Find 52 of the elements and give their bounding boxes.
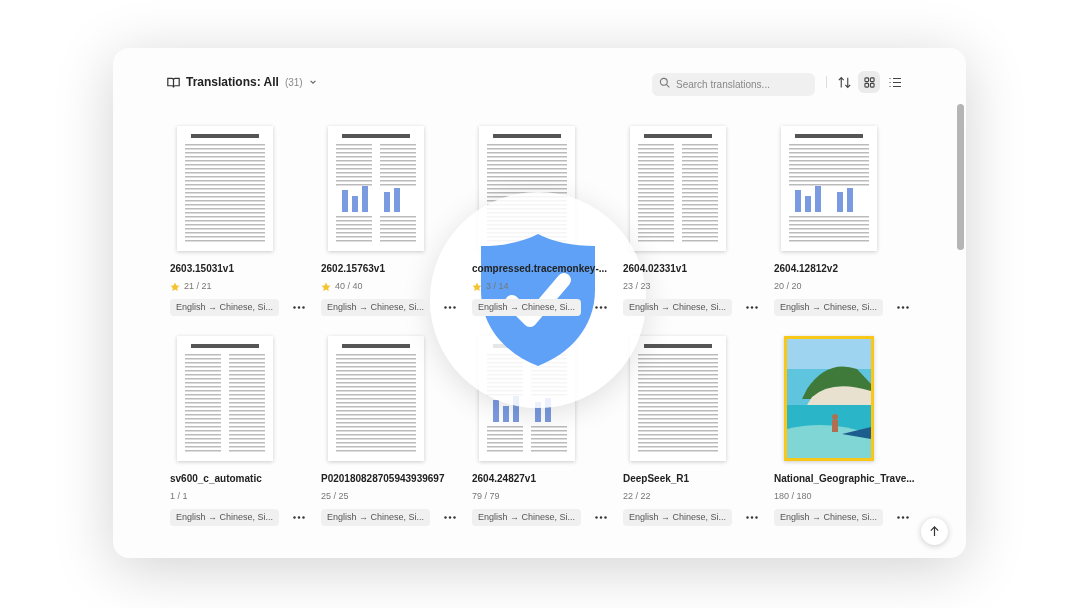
language-tag[interactable]: English → Chinese, Si... [170,509,280,526]
page-count: 1 / 1 [170,490,188,504]
more-icon [897,306,910,309]
more-icon [444,306,457,309]
page-count: 3 / 14 [486,280,509,294]
page-count: 23 / 23 [623,280,651,294]
book-icon [167,75,180,89]
arrow-up-icon [929,526,940,537]
language-tag[interactable]: English → Chinese, Si... [321,299,431,316]
document-title: 2604.12812v2 [774,262,838,276]
list-icon [889,76,901,88]
language-tag[interactable]: English → Chinese, Si... [472,509,582,526]
more-icon [746,306,759,309]
document-title: sv600_c_automatic [170,472,262,486]
search-icon [659,76,670,88]
more-icon [293,306,306,309]
language-tag[interactable]: English → Chinese, Si... [623,299,733,316]
language-tag[interactable]: English → Chinese, Si... [774,299,884,316]
language-tag[interactable]: English → Chinese, Si... [623,509,733,526]
scroll-to-top-button[interactable] [921,518,948,545]
item-count: (31) [284,75,303,90]
language-tag[interactable]: English → Chinese, Si... [170,299,280,316]
language-tag[interactable]: English → Chinese, Si... [774,509,884,526]
more-icon [595,306,608,309]
page-count: 25 / 25 [321,490,349,504]
page-count: 21 / 21 [184,280,212,294]
grid-view-button[interactable] [858,71,880,93]
document-title: National_Geographic_Trave... [774,472,915,486]
more-icon [293,516,306,519]
grid-icon [863,76,875,88]
language-tag[interactable]: English → Chinese, Si... [472,299,582,316]
search-field[interactable]: Search translations... [652,72,815,96]
page-count: 79 / 79 [472,490,500,504]
page-count: 22 / 22 [623,490,651,504]
more-icon [444,516,457,519]
document-title: 2604.24827v1 [472,472,536,486]
language-tag[interactable]: English → Chinese, Si... [321,509,431,526]
page-count: 180 / 180 [774,490,812,504]
sort-icon [837,75,851,89]
page-count: 20 / 20 [774,280,802,294]
more-icon [897,516,910,519]
document-title: 2603.15031v1 [170,262,234,276]
more-icon [746,516,759,519]
chevron-down-icon[interactable] [308,78,317,86]
document-title: P020180828705943939697 [321,472,445,486]
document-title: 2602.15763v1 [321,262,385,276]
document-title: DeepSeek_R1 [623,472,690,486]
page-count: 40 / 40 [335,280,363,294]
document-title: 2604.02331v1 [623,262,687,276]
page-title: Translations: All [186,74,279,91]
more-icon [595,516,608,519]
scrollbar-thumb[interactable] [957,104,964,250]
